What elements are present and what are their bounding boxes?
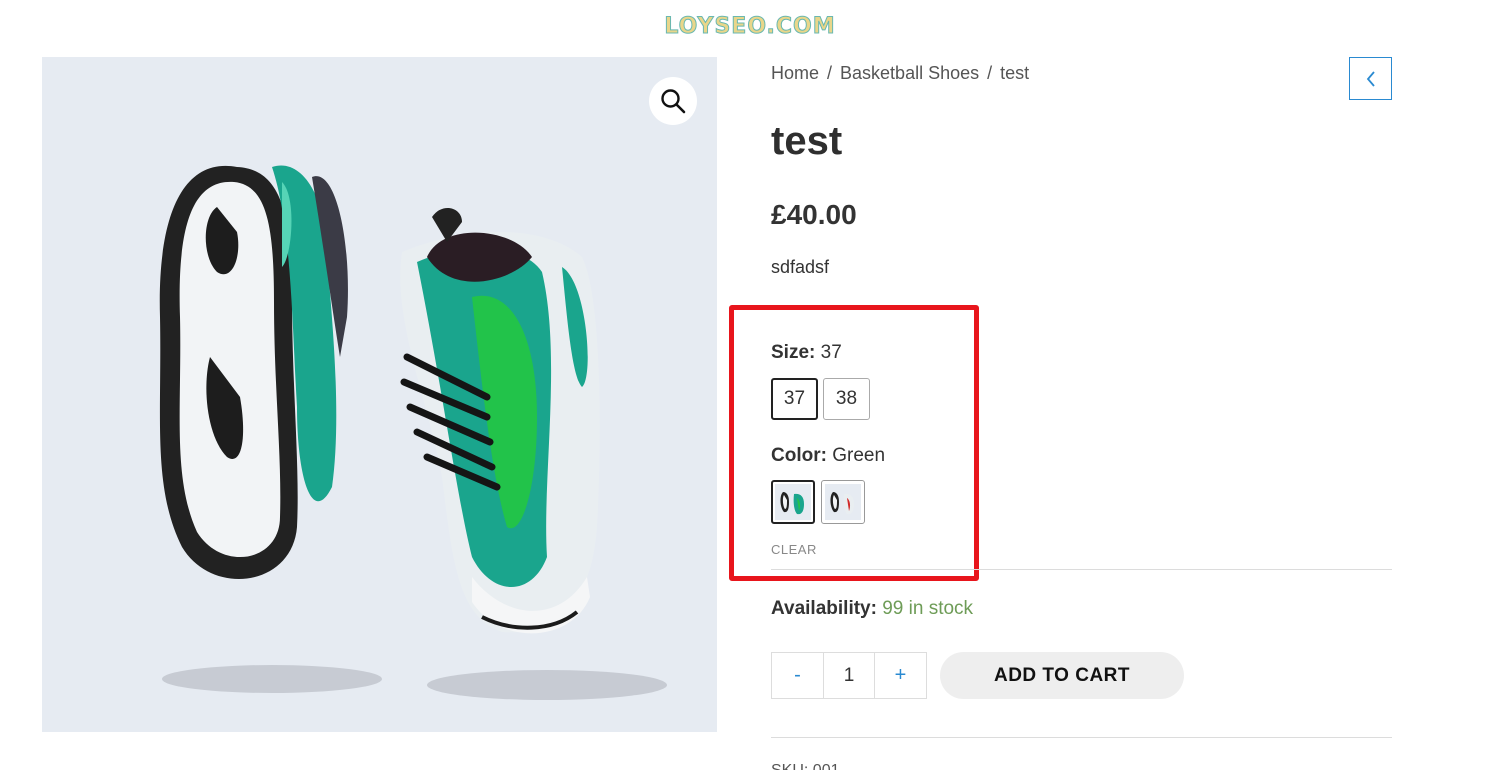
product-price: £40.00 [771, 199, 857, 230]
clear-variations-link[interactable]: CLEAR [771, 542, 817, 557]
color-label: Color: [771, 445, 827, 466]
red-shoe-thumbnail [825, 484, 861, 520]
divider [771, 737, 1392, 738]
availability: Availability: 99 in stock [771, 598, 973, 620]
breadcrumb-separator: / [987, 63, 993, 83]
size-attribute-label: Size: 37 [771, 342, 842, 364]
breadcrumb-separator: / [827, 63, 833, 83]
magnifier-icon [661, 89, 686, 114]
sku-label: SKU: [771, 762, 808, 770]
breadcrumb-current: test [1000, 63, 1030, 83]
zoom-button[interactable] [649, 77, 697, 125]
breadcrumb: Home / Basketball Shoes / test [771, 63, 1029, 84]
divider [771, 569, 1392, 570]
site-watermark: LOYSEO.COM [664, 14, 836, 40]
product-title: test [771, 119, 843, 163]
quantity-stepper: - + [771, 652, 927, 699]
chevron-left-icon [1366, 70, 1375, 87]
size-selected-value: 37 [820, 342, 842, 363]
product-image [42, 57, 717, 732]
breadcrumb-home[interactable]: Home [771, 63, 819, 83]
product-short-description: sdfadsf [771, 257, 830, 277]
breadcrumb-category[interactable]: Basketball Shoes [840, 63, 979, 83]
add-to-cart-button[interactable]: ADD TO CART [940, 652, 1184, 699]
size-label: Size: [771, 342, 816, 363]
size-option-37[interactable]: 37 [771, 378, 818, 420]
quantity-decrease-button[interactable]: - [772, 653, 823, 698]
back-button[interactable] [1349, 57, 1392, 100]
color-selected-value: Green [832, 445, 886, 466]
stock-status: 99 in stock [882, 598, 974, 619]
sku-value: 001 [813, 762, 840, 770]
quantity-increase-button[interactable]: + [875, 653, 926, 698]
size-option-38[interactable]: 38 [823, 378, 870, 420]
color-option-green[interactable] [771, 480, 815, 524]
product-gallery [42, 57, 717, 732]
availability-label: Availability: [771, 598, 877, 619]
color-option-red[interactable] [821, 480, 865, 524]
quantity-input[interactable] [823, 653, 875, 698]
sku: SKU: 001 [771, 762, 840, 770]
green-shoe-thumbnail [775, 484, 811, 520]
product-summary: Home / Basketball Shoes / test test £40.00 s… [771, 57, 1392, 770]
color-attribute-label: Color: Green [771, 445, 885, 467]
